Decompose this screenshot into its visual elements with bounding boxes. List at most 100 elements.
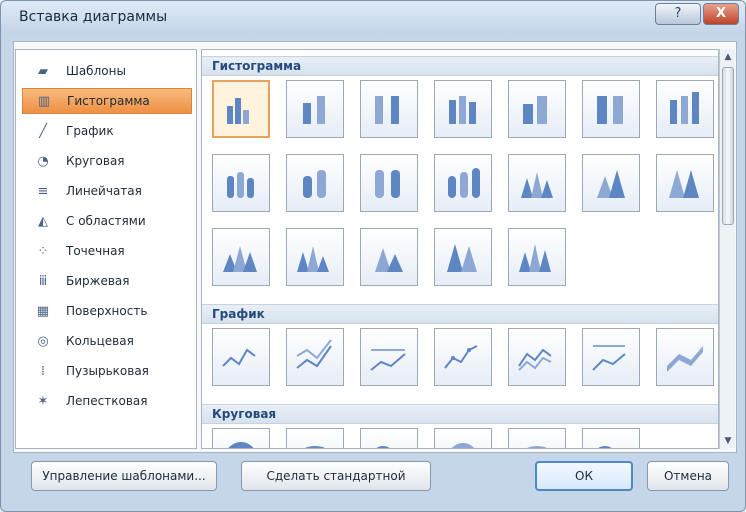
chart-thumb-line-markers[interactable]	[434, 328, 492, 386]
manage-templates-button[interactable]: Управление шаблонами...	[31, 461, 217, 491]
stock-chart-icon: ⅲ	[38, 273, 48, 289]
line-chart-icon: ╱	[39, 123, 47, 139]
sidebar-item-area[interactable]: ◭ С областями	[22, 208, 192, 234]
cylinder-chart-icon	[227, 172, 254, 198]
chart-thumb-3d-cylinder[interactable]	[434, 154, 492, 212]
pie-chart-icon	[598, 446, 612, 448]
sidebar-item-bar[interactable]: ≡ Линейчатая	[22, 178, 192, 204]
cylinder-chart-icon	[375, 170, 400, 198]
insert-chart-dialog: Вставка диаграммы ? X ▰ Шаблоны ▥ Гистогра…	[0, 0, 746, 512]
title-bar: Вставка диаграммы ? X	[1, 1, 745, 35]
sidebar-item-label: Точечная	[66, 244, 125, 258]
cone-chart-icon	[223, 246, 257, 272]
chart-thumb-stacked-line-markers[interactable]	[508, 328, 566, 386]
chart-thumb-3d-clustered-column[interactable]	[434, 80, 492, 138]
chart-thumb-stacked-cylinder[interactable]	[286, 154, 344, 212]
chart-thumb-line[interactable]	[212, 328, 270, 386]
chart-thumb-3d-column[interactable]	[656, 80, 714, 138]
chart-thumb-3d-pie[interactable]	[286, 428, 344, 448]
chart-thumb-stacked-line[interactable]	[286, 328, 344, 386]
vertical-scrollbar[interactable]: ▲ ▼	[719, 49, 735, 449]
pyramid-chart-icon	[519, 244, 551, 272]
help-button[interactable]: ?	[655, 3, 701, 25]
sidebar-item-stock[interactable]: ⅲ Биржевая	[22, 268, 192, 294]
chart-thumb-clustered-column[interactable]	[212, 80, 270, 138]
chart-thumb-3d-cone[interactable]	[212, 228, 270, 286]
chart-thumb-100-stacked-cylinder[interactable]	[360, 154, 418, 212]
column-chart-icon	[449, 96, 476, 124]
sidebar-item-label: Пузырьковая	[66, 364, 149, 378]
chart-thumb-clustered-cone[interactable]	[508, 154, 566, 212]
close-button[interactable]: X	[703, 3, 739, 25]
donut-chart-icon: ◎	[37, 333, 49, 349]
line-chart-icon	[518, 348, 552, 371]
column-chart-icon	[670, 92, 699, 124]
sidebar-item-pie[interactable]: ◔ Круговая	[22, 148, 192, 174]
set-default-button[interactable]: Сделать стандартной	[241, 461, 431, 491]
cone-chart-icon	[521, 172, 553, 198]
scatter-chart-icon: ⁘	[37, 243, 49, 259]
sidebar-item-donut[interactable]: ◎ Кольцевая	[22, 328, 192, 354]
column-chart-icon	[523, 96, 547, 124]
radar-chart-icon: ✶	[37, 393, 49, 409]
chart-thumb-3d-stacked-column[interactable]	[508, 80, 566, 138]
chart-thumb-stacked-pyramid[interactable]	[360, 228, 418, 286]
chart-thumb-100-stacked-cone[interactable]	[656, 154, 714, 212]
column-chart-icon	[227, 98, 249, 124]
sidebar-item-bubble[interactable]: ⁞ Пузырьковая	[22, 358, 192, 384]
column-chart-icon	[597, 96, 623, 124]
column-chart-icon: ▥	[37, 93, 51, 109]
chart-thumb-clustered-cylinder[interactable]	[212, 154, 270, 212]
sidebar-item-label: Биржевая	[66, 274, 130, 288]
sidebar-item-label: Поверхность	[66, 304, 148, 318]
chart-thumb-bar-of-pie[interactable]	[582, 428, 640, 448]
ok-button[interactable]: ОК	[535, 461, 633, 491]
sidebar-item-radar[interactable]: ✶ Лепестковая	[22, 388, 192, 414]
sidebar-item-label: Линейчатая	[66, 184, 142, 198]
bar-chart-icon: ≡	[37, 183, 49, 199]
section-pie-title: Круговая	[202, 404, 718, 424]
sidebar-item-histogram[interactable]: ▥ Гистограмма	[22, 88, 192, 114]
dialog-title: Вставка диаграммы	[19, 9, 168, 25]
pie-chart-icon	[527, 446, 547, 448]
pyramid-chart-icon	[447, 244, 477, 272]
sidebar-item-line[interactable]: ╱ График	[22, 118, 192, 144]
chart-thumb-clustered-pyramid[interactable]	[286, 228, 344, 286]
pie-chart-icon	[451, 443, 475, 448]
chart-thumb-3d-line[interactable]	[656, 328, 714, 386]
cylinder-chart-icon	[448, 168, 480, 198]
sidebar-item-surface[interactable]: ▦ Поверхность	[22, 298, 192, 324]
cone-chart-icon	[669, 170, 699, 198]
column-chart-icon	[303, 96, 325, 124]
line-chart-icon	[370, 349, 406, 371]
chart-thumb-pie[interactable]	[212, 428, 270, 448]
scrollbar-thumb[interactable]	[722, 67, 734, 225]
chart-thumb-100-stacked-pyramid[interactable]	[434, 228, 492, 286]
chart-thumb-100-stacked-line[interactable]	[360, 328, 418, 386]
pie-chart-icon	[228, 442, 254, 448]
chart-thumb-stacked-column[interactable]	[286, 80, 344, 138]
chart-thumb-100-stacked-column[interactable]	[360, 80, 418, 138]
chart-thumb-exploded-pie[interactable]	[434, 428, 492, 448]
line-chart-icon	[222, 348, 256, 367]
sidebar-item-label: Лепестковая	[66, 394, 148, 408]
chart-type-sidebar: ▰ Шаблоны ▥ Гистограмма ╱ График ◔ Круговая …	[15, 49, 197, 449]
pyramid-chart-icon	[375, 248, 403, 272]
sidebar-item-label: Шаблоны	[66, 64, 126, 78]
scroll-up-icon[interactable]: ▲	[720, 49, 736, 65]
chart-gallery-panel: Гистограмма График Круговая	[201, 49, 719, 449]
chart-thumb-stacked-cone[interactable]	[582, 154, 640, 212]
area-chart-icon: ◭	[38, 213, 48, 229]
line-chart-icon	[444, 345, 478, 369]
chart-thumb-3d-pyramid[interactable]	[508, 228, 566, 286]
sidebar-item-templates[interactable]: ▰ Шаблоны	[22, 58, 192, 84]
scroll-down-icon[interactable]: ▼	[720, 433, 736, 449]
pie-chart-icon	[376, 446, 390, 448]
sidebar-item-scatter[interactable]: ⁘ Точечная	[22, 238, 192, 264]
chart-thumb-100-stacked-line-markers[interactable]	[582, 328, 640, 386]
chart-thumb-pie-of-pie[interactable]	[360, 428, 418, 448]
chart-thumb-3d-100-column[interactable]	[582, 80, 640, 138]
chart-thumb-3d-exploded-pie[interactable]	[508, 428, 566, 448]
cancel-button[interactable]: Отмена	[647, 461, 729, 491]
section-histogram-title: Гистограмма	[202, 56, 718, 76]
